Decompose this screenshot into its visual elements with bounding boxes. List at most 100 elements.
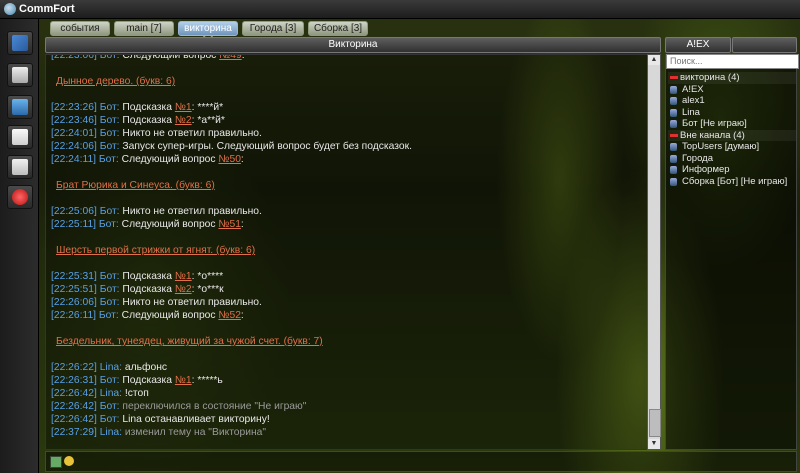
user-tab-alex[interactable]: A!EX <box>665 37 731 53</box>
user-icon <box>670 120 677 128</box>
tab-main[interactable]: main [7] <box>114 21 174 36</box>
user-tab-empty[interactable] <box>732 37 797 53</box>
chat-message: [22:26:42] Бот: переключился в состояние… <box>51 400 641 413</box>
document-button[interactable] <box>7 125 33 149</box>
message-gap <box>51 166 641 179</box>
message-author[interactable]: Бот: <box>100 141 120 152</box>
title-bar: CommFort <box>0 0 800 19</box>
group-collapse-icon <box>670 133 678 137</box>
smiley-icon[interactable] <box>64 456 74 466</box>
question-link[interactable]: №51 <box>218 219 241 230</box>
question-link[interactable]: №49 <box>219 55 242 61</box>
user-item[interactable]: A!EX <box>668 84 796 96</box>
question-text[interactable]: Бездельник, тунеядец, живущий за чужой с… <box>51 336 323 347</box>
message-gap <box>51 322 641 335</box>
message-timestamp: [22:23:06] <box>51 54 97 61</box>
scroll-up-icon[interactable]: ▲ <box>648 55 660 65</box>
message-text: альфонс <box>124 362 168 373</box>
search-input[interactable] <box>666 54 799 69</box>
channel-title: Викторина <box>45 37 661 53</box>
question-text[interactable]: Дынное дерево. (букв: 6) <box>51 76 175 87</box>
app-title: CommFort <box>19 3 75 15</box>
message-author[interactable]: Бот: <box>100 206 120 217</box>
message-text: Следующий вопрос <box>121 219 219 230</box>
message-timestamp: [22:25:11] <box>51 219 97 230</box>
question-link[interactable]: №1 <box>175 102 192 113</box>
chat-message: [22:23:46] Бот: Подсказка №2: *а**й* <box>51 114 641 127</box>
message-text: !стоп <box>124 388 149 399</box>
message-author[interactable]: Бот: <box>100 115 120 126</box>
user-item[interactable]: Lina <box>668 107 796 119</box>
save-icon[interactable] <box>50 456 62 468</box>
chat-scrollbar[interactable]: ▲ ▼ <box>647 54 661 450</box>
message-text: Никто не ответил правильно. <box>122 297 262 308</box>
question-text[interactable]: Брат Рюрика и Синеуса. (букв: 6) <box>51 180 215 191</box>
message-author[interactable]: Бот: <box>100 271 120 282</box>
messages-button[interactable] <box>7 63 33 87</box>
chat-message: [22:24:06] Бот: Запуск супер-игры. Следу… <box>51 140 641 153</box>
message-timestamp: [22:26:42] <box>51 401 97 412</box>
message-text: Запуск супер-игры. Следующий вопрос буде… <box>122 141 412 152</box>
message-author[interactable]: Бот: <box>99 154 119 165</box>
users-button[interactable] <box>7 31 33 55</box>
message-text: Следующий вопрос <box>122 54 220 61</box>
chat-message: [22:26:11] Бот: Следующий вопрос №52: <box>51 309 641 322</box>
question-link[interactable]: №2 <box>175 115 192 126</box>
clipboard-icon <box>12 159 28 175</box>
user-group[interactable]: викторина (4) <box>668 72 796 84</box>
question-link[interactable]: №50 <box>218 154 241 165</box>
message-tail: : ****й* <box>191 102 224 113</box>
question-link[interactable]: №1 <box>175 375 192 386</box>
quiz-question: Брат Рюрика и Синеуса. (букв: 6) <box>51 179 641 192</box>
message-author[interactable]: Lina: <box>100 427 122 438</box>
question-link[interactable]: №2 <box>175 284 192 295</box>
message-author[interactable]: Бот: <box>100 128 120 139</box>
question-text[interactable]: Шерсть первой стрижки от ягнят. (букв: 6… <box>51 245 255 256</box>
scroll-down-icon[interactable]: ▼ <box>648 439 660 449</box>
user-item[interactable]: Города <box>668 153 796 165</box>
message-author[interactable]: Бот: <box>100 401 120 412</box>
user-group[interactable]: Вне канала (4) <box>668 129 796 141</box>
tab-events[interactable]: события <box>50 21 110 36</box>
message-timestamp: [22:25:06] <box>51 206 97 217</box>
tab-build[interactable]: Сборка [3] <box>308 21 368 36</box>
message-author[interactable]: Бот: <box>100 102 120 113</box>
question-link[interactable]: №52 <box>218 310 241 321</box>
message-tail: : *о**** <box>191 271 224 282</box>
chat-message: [22:25:51] Бот: Подсказка №2: *о***к <box>51 283 641 296</box>
user-item[interactable]: Бот [Не играю] <box>668 118 796 130</box>
monitor-button[interactable] <box>7 95 33 119</box>
message-author[interactable]: Бот: <box>100 414 120 425</box>
channel-tabs: события main [7] викторина [4] Города [3… <box>40 19 800 47</box>
power-button[interactable] <box>7 185 33 209</box>
quiz-question: Шерсть первой стрижки от ягнят. (букв: 6… <box>51 244 641 257</box>
message-author[interactable]: Бот: <box>100 297 120 308</box>
message-author[interactable]: Lina: <box>100 362 122 373</box>
message-input-bar[interactable] <box>45 451 797 472</box>
message-gap <box>51 231 641 244</box>
chat-message: [22:26:22] Lina: альфонс <box>51 361 641 374</box>
chat-message: [22:26:42] Бот: Lina останавливает викто… <box>51 413 641 426</box>
message-author[interactable]: Бот: <box>99 310 119 321</box>
message-author[interactable]: Бот: <box>100 55 120 61</box>
message-timestamp: [22:26:42] <box>51 414 97 425</box>
user-item[interactable]: Информер <box>668 164 796 176</box>
user-item[interactable]: TopUsers [думаю] <box>668 141 796 153</box>
message-author[interactable]: Lina: <box>100 388 122 399</box>
scroll-thumb[interactable] <box>649 409 661 437</box>
clipboard-button[interactable] <box>7 155 33 179</box>
user-item[interactable]: alex1 <box>668 95 796 107</box>
user-item[interactable]: Сборка [Бот] [Не играю] <box>668 176 796 188</box>
tab-cities[interactable]: Города [3] <box>242 21 304 36</box>
users-icon <box>12 35 28 51</box>
tab-quiz[interactable]: викторина [4] <box>178 21 238 47</box>
user-list: викторина (4) A!EX alex1 Lina Бот [Не играю]… <box>668 72 796 187</box>
message-author[interactable]: Бот: <box>100 375 120 386</box>
chat-message: [22:23:06] Бот: Следующий вопрос №49: <box>51 54 641 62</box>
question-link[interactable]: №1 <box>175 271 192 282</box>
message-text: Подсказка <box>122 115 175 126</box>
chat-message: [22:23:26] Бот: Подсказка №1: ****й* <box>51 101 641 114</box>
message-author[interactable]: Бот: <box>99 219 119 230</box>
message-author[interactable]: Бот: <box>100 284 120 295</box>
quiz-question: Бездельник, тунеядец, живущий за чужой с… <box>51 335 641 348</box>
